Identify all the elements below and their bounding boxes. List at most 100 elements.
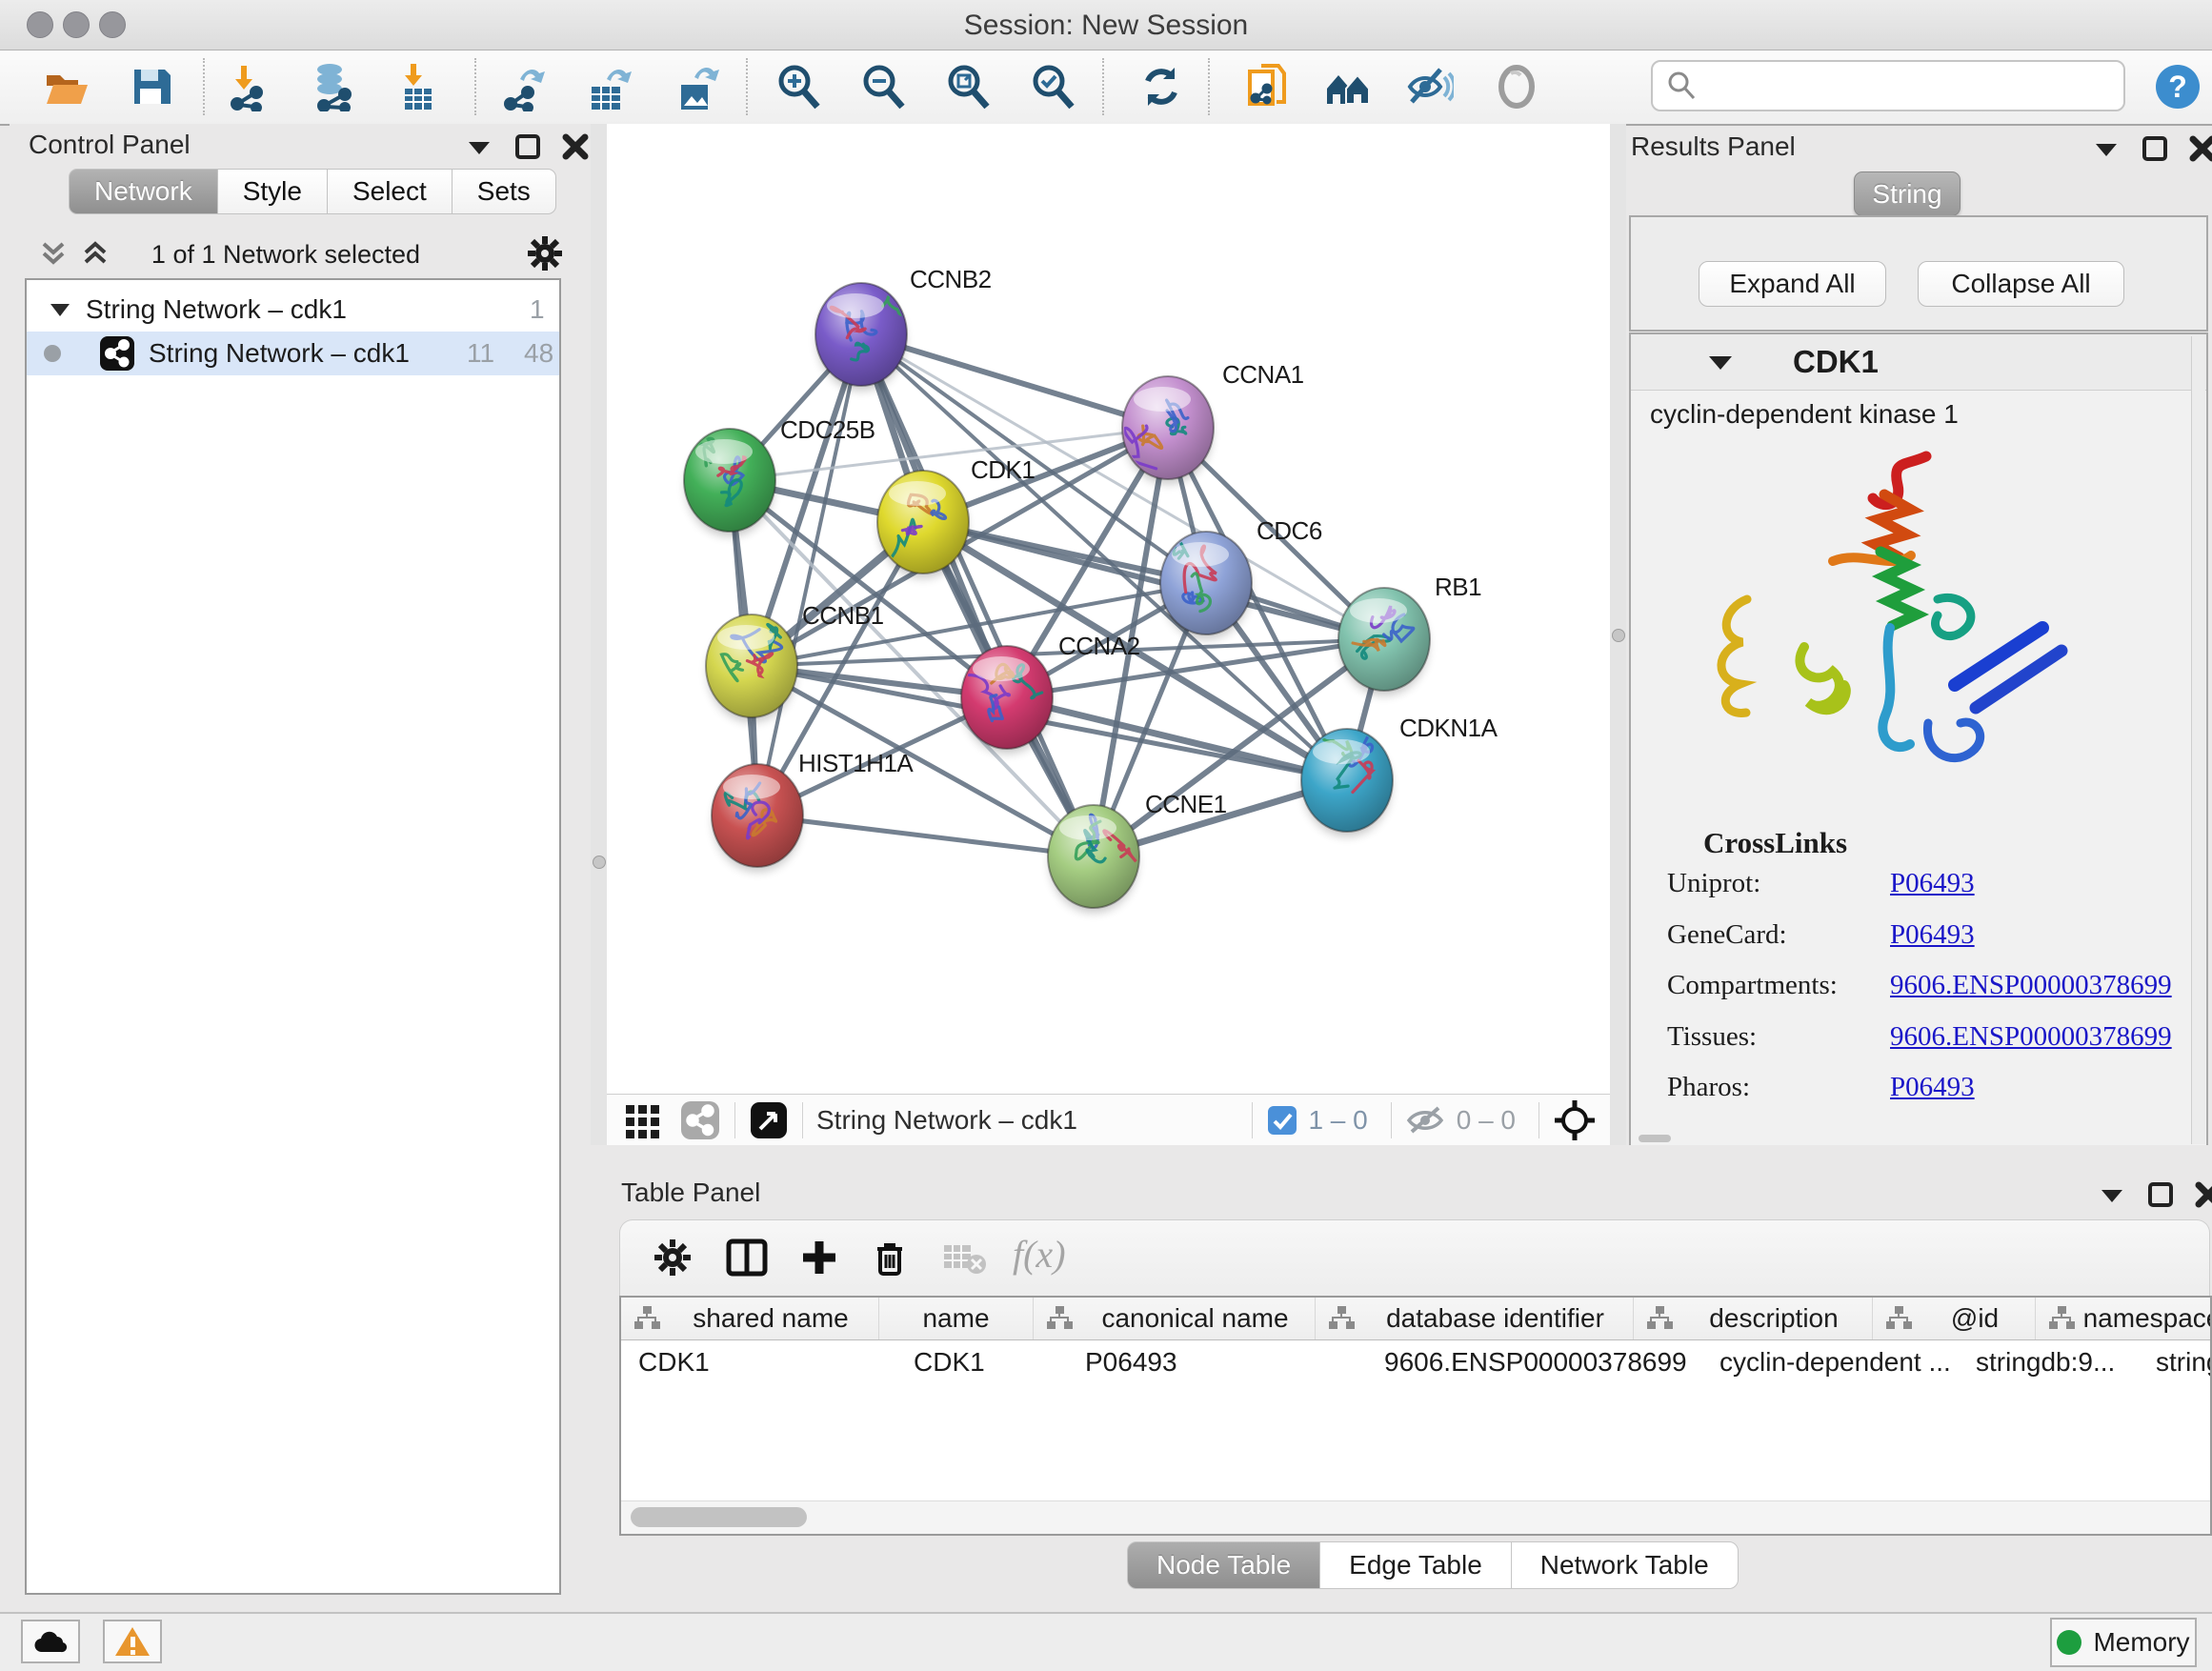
search-input[interactable]	[1708, 70, 2123, 102]
import-table-file-icon[interactable]	[392, 60, 445, 113]
network-canvas[interactable]: CCNB2CCNA1CDC25BCDK1CDC6RB1CCNB1CCNA2CDK…	[607, 124, 1610, 1094]
undock-panel-icon[interactable]	[514, 133, 541, 160]
open-session-icon[interactable]	[40, 60, 93, 113]
crosslink-link[interactable]: 9606.ENSP00000378699	[1890, 1021, 2172, 1052]
float-menu-icon[interactable]	[2092, 136, 2121, 161]
zoom-selected-icon[interactable]	[1026, 60, 1079, 113]
crosslink-link[interactable]: P06493	[1890, 919, 1975, 950]
column-header-shared-name[interactable]: shared name	[621, 1298, 879, 1339]
column-label: shared name	[663, 1303, 878, 1334]
memory-button[interactable]: Memory	[2050, 1618, 2197, 1667]
warnings-button[interactable]	[103, 1620, 162, 1663]
table-options-gear-icon[interactable]	[651, 1236, 694, 1279]
zoom-out-icon[interactable]	[856, 60, 910, 113]
tab-sets[interactable]: Sets	[452, 169, 556, 214]
import-network-file-icon[interactable]	[222, 60, 275, 113]
results-vscrollbar[interactable]	[2191, 336, 2205, 1144]
add-column-icon[interactable]	[797, 1236, 841, 1279]
edge-HIST1H1A-CCNE1[interactable]	[757, 815, 1094, 856]
left-splitter[interactable]	[591, 124, 607, 1145]
node-CDKN1A[interactable]: CDKN1A	[1301, 714, 1498, 836]
control-panel: Control Panel NetworkStyleSelectSets 1 o…	[10, 124, 591, 1610]
crosslink-link[interactable]: P06493	[1890, 1072, 1975, 1102]
birds-eye-view-icon[interactable]	[749, 1100, 789, 1140]
export-image-icon[interactable]	[670, 60, 723, 113]
network-row[interactable]: String Network – cdk1 11 48	[27, 332, 559, 375]
tab-style[interactable]: Style	[217, 169, 328, 214]
table-row[interactable]: CDK1CDK1P064939606.ENSP00000378699cyclin…	[621, 1340, 2210, 1384]
fit-selected-crosshair-icon[interactable]	[1553, 1098, 1597, 1142]
close-panel-icon[interactable]	[2189, 135, 2212, 162]
edge-CCNB2-CCNE1[interactable]	[861, 334, 1094, 856]
export-network-icon[interactable]	[497, 60, 551, 113]
table-cell[interactable]: 9606.ENSP00000378699	[1367, 1340, 1702, 1384]
show-graphics-details-icon[interactable]	[1490, 60, 1543, 113]
tab-select[interactable]: Select	[327, 169, 452, 214]
import-network-database-icon[interactable]	[307, 60, 360, 113]
collapse-section-icon[interactable]	[1707, 352, 1734, 374]
network-selection-status: 1 of 1 Network selected	[124, 240, 448, 270]
tab-network-table[interactable]: Network Table	[1511, 1541, 1739, 1589]
table-cell[interactable]: cyclin-dependent ...	[1702, 1340, 1959, 1384]
grid-mode-icon[interactable]	[622, 1099, 664, 1141]
cloud-tasks-button[interactable]	[21, 1620, 80, 1663]
node-attribute-table[interactable]: shared namenamecanonical namedatabase id…	[619, 1296, 2212, 1536]
export-table-icon[interactable]	[582, 60, 635, 113]
collapse-all-button[interactable]: Collapse All	[1918, 261, 2124, 307]
edge-CCNB2-HIST1H1A[interactable]	[757, 334, 861, 815]
crosslinks-hscroll-thumb[interactable]	[1639, 1135, 1671, 1142]
show-columns-icon[interactable]	[725, 1236, 769, 1279]
network-collection-row[interactable]: String Network – cdk1 1	[27, 288, 559, 332]
close-panel-icon[interactable]	[562, 133, 589, 160]
crosslink-link[interactable]: 9606.ENSP00000378699	[1890, 970, 2172, 1000]
collapse-all-icon[interactable]	[36, 236, 70, 271]
right-splitter[interactable]	[1610, 124, 1626, 1148]
network-options-gear-icon[interactable]	[524, 232, 566, 274]
column-header-name[interactable]: name	[879, 1298, 1034, 1339]
column-header-namespace[interactable]: namespace	[2036, 1298, 2212, 1339]
fit-content-icon[interactable]	[941, 60, 995, 113]
expand-all-icon[interactable]	[78, 236, 112, 271]
node-CCNA1[interactable]: CCNA1	[1122, 360, 1304, 484]
edge-CCNB2-CCNA1[interactable]	[861, 334, 1168, 428]
save-session-icon[interactable]	[125, 60, 178, 113]
node-CDC6[interactable]: CDC6	[1160, 516, 1322, 639]
protein-result-card: CDK1 cyclin-dependent kinase 1	[1629, 332, 2208, 1152]
protein-section-header[interactable]: CDK1	[1631, 334, 2206, 391]
delete-column-icon[interactable]	[868, 1236, 912, 1279]
table-cell[interactable]: CDK1	[896, 1340, 1068, 1384]
column-header--id[interactable]: @id	[1873, 1298, 2036, 1339]
table-cell[interactable]: P06493	[1068, 1340, 1367, 1384]
tab-string[interactable]: String	[1854, 171, 1961, 216]
control-panel-tabs: NetworkStyleSelectSets	[70, 169, 556, 214]
collection-expander-icon[interactable]	[48, 297, 72, 322]
undock-panel-icon[interactable]	[2142, 135, 2168, 162]
crosslink-link[interactable]: P06493	[1890, 868, 1975, 898]
float-menu-icon[interactable]	[2098, 1182, 2126, 1207]
table-cell[interactable]: stringdb:9...	[1959, 1340, 2139, 1384]
table-cell[interactable]: CDK1	[621, 1340, 896, 1384]
apply-layout-icon[interactable]	[1135, 60, 1188, 113]
column-header-description[interactable]: description	[1634, 1298, 1873, 1339]
clone-network-icon[interactable]	[1240, 60, 1294, 113]
float-menu-icon[interactable]	[465, 134, 493, 159]
column-header-canonical-name[interactable]: canonical name	[1034, 1298, 1316, 1339]
help-icon[interactable]: ?	[2151, 60, 2204, 113]
node-HIST1H1A[interactable]: HIST1H1A	[712, 749, 914, 872]
hide-glass-effect-icon[interactable]	[1402, 60, 1456, 113]
network-graph[interactable]: CCNB2CCNA1CDC25BCDK1CDC6RB1CCNB1CCNA2CDK…	[607, 124, 1610, 1094]
tab-edge-table[interactable]: Edge Table	[1319, 1541, 1512, 1589]
close-panel-icon[interactable]	[2195, 1181, 2212, 1208]
table-cell[interactable]: stringdb	[2139, 1340, 2212, 1384]
search-field[interactable]	[1651, 60, 2125, 111]
column-header-database-identifier[interactable]: database identifier	[1316, 1298, 1634, 1339]
zoom-in-icon[interactable]	[772, 60, 825, 113]
expand-all-button[interactable]: Expand All	[1699, 261, 1886, 307]
node-RB1[interactable]: RB1	[1338, 573, 1481, 695]
undock-panel-icon[interactable]	[2147, 1181, 2174, 1208]
tab-network[interactable]: Network	[69, 169, 218, 214]
string-home-icon[interactable]	[1321, 60, 1375, 113]
tab-node-table[interactable]: Node Table	[1127, 1541, 1320, 1589]
table-hscrollbar[interactable]	[621, 1500, 2210, 1534]
view-mode-icon[interactable]	[679, 1099, 721, 1141]
